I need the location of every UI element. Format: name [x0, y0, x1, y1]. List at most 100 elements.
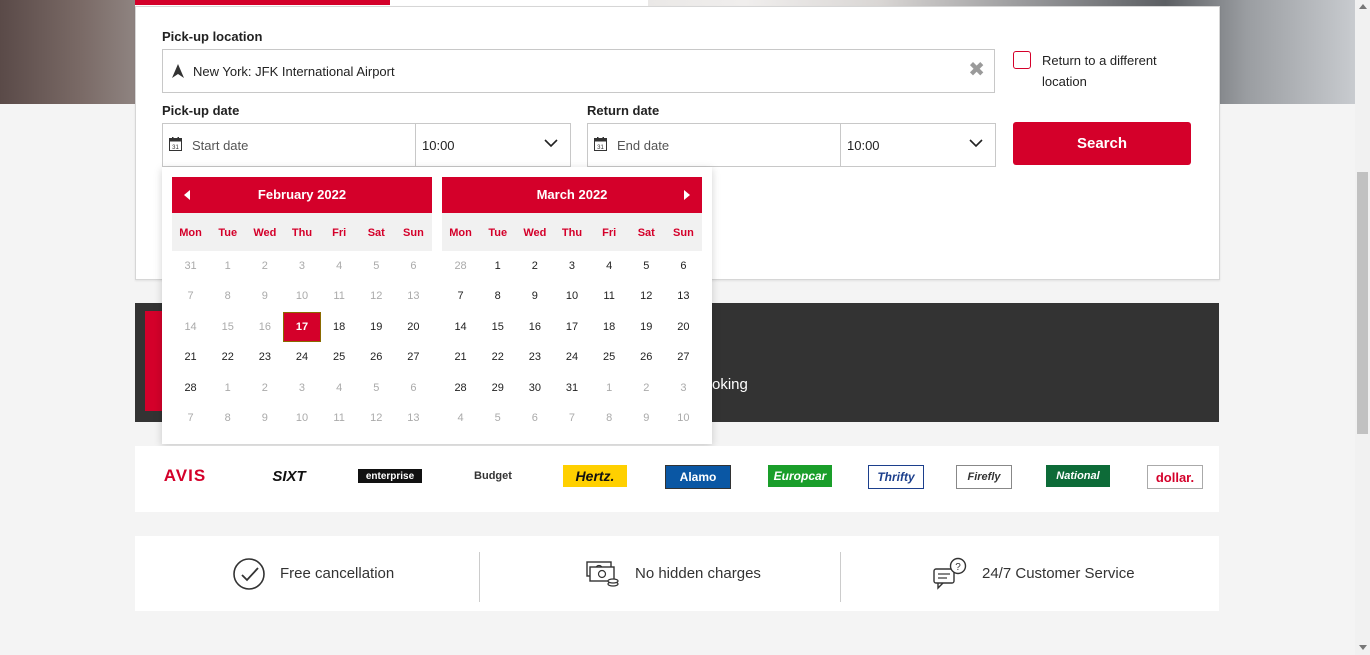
calendar-day[interactable]: 12	[628, 281, 665, 311]
calendar-day[interactable]: 28	[172, 373, 209, 403]
calendar-day[interactable]: 19	[358, 312, 395, 342]
calendar-day[interactable]: 31	[172, 251, 209, 281]
calendar-day[interactable]: 10	[283, 281, 320, 311]
support-chat-icon: ?	[933, 557, 967, 590]
pickup-time-select[interactable]: 10:00	[415, 123, 571, 167]
return-different-checkbox[interactable]	[1013, 51, 1031, 69]
calendar-day[interactable]: 11	[321, 281, 358, 311]
calendar-day[interactable]: 23	[516, 342, 553, 372]
scroll-down-arrow-icon[interactable]	[1359, 645, 1367, 650]
return-date-input[interactable]: 31 End date	[587, 123, 841, 167]
calendar-day[interactable]: 18	[591, 312, 628, 342]
clear-icon[interactable]: ✖	[968, 60, 985, 80]
scrollbar-thumb[interactable]	[1357, 172, 1368, 434]
calendar-day[interactable]: 10	[665, 403, 702, 433]
calendar-day[interactable]: 10	[283, 403, 320, 433]
calendar-day[interactable]: 5	[479, 403, 516, 433]
calendar-day[interactable]: 25	[321, 342, 358, 372]
calendar-day[interactable]: 16	[246, 312, 283, 342]
calendar-day[interactable]: 7	[172, 281, 209, 311]
calendar-day[interactable]: 18	[321, 312, 358, 342]
calendar-day[interactable]: 15	[209, 312, 246, 342]
calendar-day[interactable]: 3	[665, 373, 702, 403]
calendar-day[interactable]: 14	[172, 312, 209, 342]
calendar-day[interactable]: 8	[209, 403, 246, 433]
calendar-day[interactable]: 27	[665, 342, 702, 372]
calendar-day[interactable]: 14	[442, 312, 479, 342]
calendar-day[interactable]: 21	[442, 342, 479, 372]
calendar-day[interactable]: 6	[665, 251, 702, 281]
calendar-day[interactable]: 5	[628, 251, 665, 281]
calendar-day[interactable]: 8	[591, 403, 628, 433]
calendar-day[interactable]: 31	[553, 373, 590, 403]
search-button[interactable]: Search	[1013, 122, 1191, 165]
calendar-day[interactable]: 12	[358, 281, 395, 311]
calendar-day[interactable]: 30	[516, 373, 553, 403]
return-time-select[interactable]: 10:00	[840, 123, 996, 167]
calendar-day[interactable]: 1	[479, 251, 516, 281]
calendar-day[interactable]: 7	[442, 281, 479, 311]
calendar-day[interactable]: 9	[516, 281, 553, 311]
calendar-day[interactable]: 13	[395, 281, 432, 311]
calendar-day[interactable]: 2	[628, 373, 665, 403]
scroll-up-arrow-icon[interactable]	[1359, 4, 1367, 9]
calendar-day[interactable]: 25	[591, 342, 628, 372]
calendar-day[interactable]: 9	[628, 403, 665, 433]
calendar-day[interactable]: 10	[553, 281, 590, 311]
calendar-day[interactable]: 12	[358, 403, 395, 433]
calendar-day[interactable]: 17	[553, 312, 590, 342]
calendar-day[interactable]: 2	[246, 373, 283, 403]
calendar-day[interactable]: 24	[553, 342, 590, 372]
calendar-day[interactable]: 4	[442, 403, 479, 433]
next-month-arrow-icon[interactable]	[684, 190, 690, 200]
calendar-day-selected[interactable]: 17	[283, 311, 321, 343]
calendar-day[interactable]: 13	[665, 281, 702, 311]
calendar-day[interactable]: 20	[395, 312, 432, 342]
calendar-day[interactable]: 23	[246, 342, 283, 372]
calendar-day[interactable]: 11	[321, 403, 358, 433]
calendar-day[interactable]: 6	[395, 251, 432, 281]
calendar-day[interactable]: 7	[172, 403, 209, 433]
calendar-day[interactable]: 1	[209, 373, 246, 403]
pickup-location-input[interactable]: New York: JFK International Airport ✖	[162, 49, 995, 93]
calendar-day[interactable]: 6	[516, 403, 553, 433]
calendar-day[interactable]: 27	[395, 342, 432, 372]
calendar-day[interactable]: 2	[516, 251, 553, 281]
calendar-day[interactable]: 4	[321, 251, 358, 281]
previous-month-arrow-icon[interactable]	[184, 190, 190, 200]
calendar-day[interactable]: 29	[479, 373, 516, 403]
calendar-day[interactable]: 16	[516, 312, 553, 342]
calendar-day[interactable]: 15	[479, 312, 516, 342]
calendar-day[interactable]: 3	[283, 251, 320, 281]
calendar-day[interactable]: 9	[246, 281, 283, 311]
calendar-day[interactable]: 13	[395, 403, 432, 433]
calendar-day[interactable]: 8	[479, 281, 516, 311]
calendar-day[interactable]: 28	[442, 373, 479, 403]
calendar-day[interactable]: 20	[665, 312, 702, 342]
calendar-day[interactable]: 6	[395, 373, 432, 403]
calendar-day[interactable]: 22	[479, 342, 516, 372]
calendar-day[interactable]: 4	[591, 251, 628, 281]
calendar-day[interactable]: 3	[283, 373, 320, 403]
calendar-day[interactable]: 21	[172, 342, 209, 372]
calendar-day[interactable]: 26	[358, 342, 395, 372]
return-different-label[interactable]: Return to a different location	[1042, 50, 1182, 92]
calendar-day[interactable]: 26	[628, 342, 665, 372]
calendar-day[interactable]: 28	[442, 251, 479, 281]
calendar-day[interactable]: 2	[246, 251, 283, 281]
calendar-day[interactable]: 1	[591, 373, 628, 403]
calendar-day[interactable]: 24	[283, 342, 320, 372]
calendar-day[interactable]: 7	[553, 403, 590, 433]
pickup-date-input[interactable]: 31 Start date	[162, 123, 416, 167]
calendar-day[interactable]: 22	[209, 342, 246, 372]
calendar-day[interactable]: 5	[358, 373, 395, 403]
calendar-day[interactable]: 19	[628, 312, 665, 342]
calendar-day[interactable]: 1	[209, 251, 246, 281]
calendar-day[interactable]: 8	[209, 281, 246, 311]
calendar-day[interactable]: 4	[321, 373, 358, 403]
calendar-day[interactable]: 9	[246, 403, 283, 433]
tab-active-indicator[interactable]	[135, 0, 390, 5]
calendar-day[interactable]: 11	[591, 281, 628, 311]
calendar-day[interactable]: 3	[553, 251, 590, 281]
calendar-day[interactable]: 5	[358, 251, 395, 281]
